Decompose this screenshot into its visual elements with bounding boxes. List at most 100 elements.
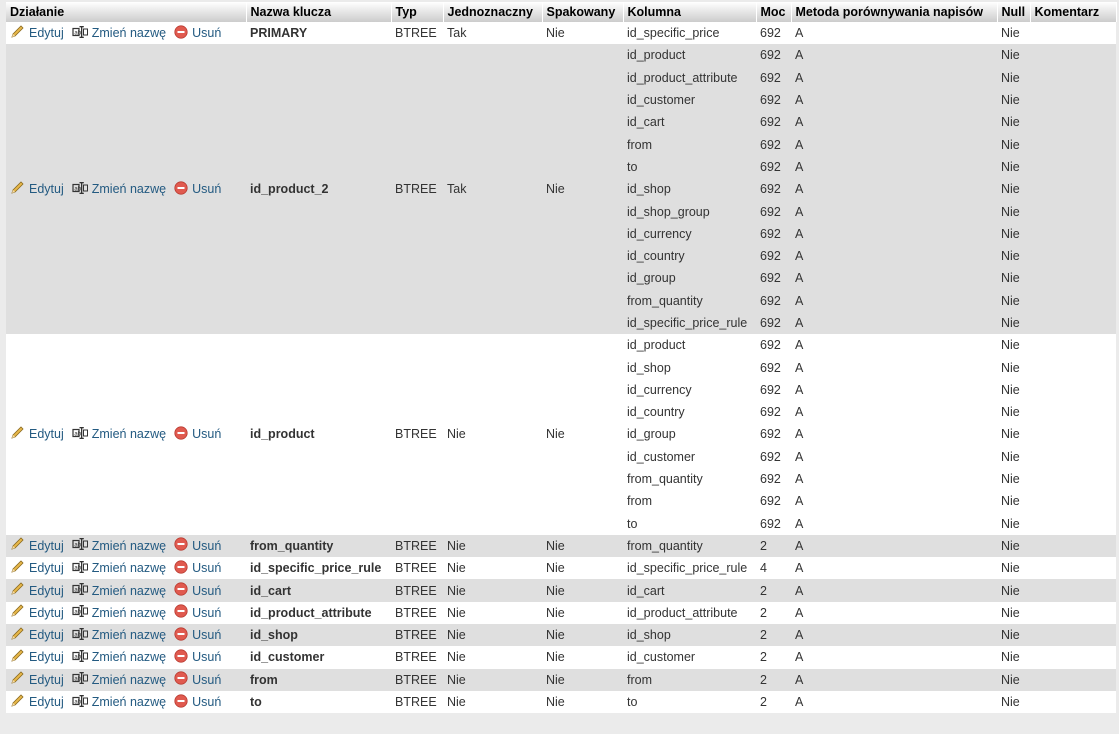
collation: A xyxy=(791,267,997,290)
null-value: Nie xyxy=(997,512,1030,535)
collation: A xyxy=(791,222,997,245)
rename-button-label: Zmień nazwę xyxy=(91,583,167,598)
header-comment[interactable]: Komentarz xyxy=(1030,2,1117,22)
rename-button[interactable]: ab Zmień nazwę xyxy=(72,649,166,666)
rename-button[interactable]: ab Zmień nazwę xyxy=(72,694,166,711)
cardinality: 692 xyxy=(756,467,791,491)
null-value: Nie xyxy=(997,111,1030,134)
key-unique: Nie xyxy=(443,557,542,580)
edit-button[interactable]: Edytuj xyxy=(10,560,64,577)
drop-button-label: Usuń xyxy=(192,583,222,598)
column-name: id_specific_price_rule xyxy=(623,557,756,580)
collation: A xyxy=(791,534,997,558)
rename-icon: ab xyxy=(72,426,92,443)
header-cardinality[interactable]: Moc xyxy=(756,2,792,22)
drop-button[interactable]: Usuń xyxy=(174,560,221,577)
drop-button[interactable]: Usuń xyxy=(174,426,221,443)
delete-icon xyxy=(174,426,192,443)
drop-button[interactable]: Usuń xyxy=(174,604,221,621)
cardinality: 2 xyxy=(756,646,791,669)
null-value: Nie xyxy=(997,423,1030,446)
edit-button[interactable]: Edytuj xyxy=(10,604,64,621)
drop-button[interactable]: Usuń xyxy=(174,627,221,644)
drop-button-label: Usuń xyxy=(192,561,222,576)
rename-button[interactable]: ab Zmień nazwę xyxy=(72,560,166,577)
key-unique: Nie xyxy=(443,668,542,691)
rename-button[interactable]: ab Zmień nazwę xyxy=(72,604,166,621)
edit-button[interactable]: Edytuj xyxy=(10,582,64,599)
edit-button[interactable]: Edytuj xyxy=(10,537,64,554)
edit-button-label: Edytuj xyxy=(29,695,64,710)
comment-cell xyxy=(1030,579,1116,602)
key-unique: Nie xyxy=(443,646,542,669)
column-name: id_product xyxy=(623,44,756,67)
collation: A xyxy=(791,334,997,357)
drop-button[interactable]: Usuń xyxy=(174,671,221,688)
rename-button[interactable]: ab Zmień nazwę xyxy=(72,537,166,554)
collation: A xyxy=(791,244,997,268)
null-value: Nie xyxy=(997,490,1030,513)
edit-button[interactable]: Edytuj xyxy=(10,671,64,688)
rename-button[interactable]: ab Zmień nazwę xyxy=(72,426,166,443)
key-packed: Nie xyxy=(542,557,623,580)
header-type[interactable]: Typ xyxy=(391,2,444,22)
edit-button[interactable]: Edytuj xyxy=(10,649,64,666)
svg-text:ab: ab xyxy=(74,699,81,705)
key-name: from_quantity xyxy=(246,534,391,558)
key-name: id_product xyxy=(246,334,391,535)
drop-button[interactable]: Usuń xyxy=(174,25,221,42)
delete-icon xyxy=(174,25,192,42)
rename-button[interactable]: ab Zmień nazwę xyxy=(72,181,166,198)
key-type: BTREE xyxy=(391,557,443,580)
header-collation[interactable]: Metoda porównywania napisów xyxy=(791,2,998,22)
edit-button-label: Edytuj xyxy=(29,561,64,576)
header-packed[interactable]: Spakowany xyxy=(542,2,624,22)
header-keyname[interactable]: Nazwa klucza xyxy=(246,2,392,22)
rename-button[interactable]: ab Zmień nazwę xyxy=(72,671,166,688)
collation: A xyxy=(791,557,997,580)
collation: A xyxy=(791,445,997,468)
column-name: id_cart xyxy=(623,579,756,602)
rename-button[interactable]: ab Zmień nazwę xyxy=(72,25,166,42)
rename-button-label: Zmień nazwę xyxy=(91,538,167,553)
edit-button[interactable]: Edytuj xyxy=(10,693,64,711)
edit-button-label: Edytuj xyxy=(29,26,64,41)
edit-button[interactable]: Edytuj xyxy=(10,25,64,42)
table-row: Edytuj ab Zmień nazwę Usuń id_shop BTREE Nie Ni… xyxy=(6,624,1116,647)
rename-button-label: Zmień nazwę xyxy=(91,605,167,620)
key-packed: Nie xyxy=(542,624,623,647)
collation: A xyxy=(791,44,997,67)
key-name: id_customer xyxy=(246,646,391,669)
drop-button[interactable]: Usuń xyxy=(174,582,221,599)
drop-button[interactable]: Usuń xyxy=(174,181,221,198)
delete-icon xyxy=(174,671,192,688)
collation: A xyxy=(791,311,997,335)
delete-icon xyxy=(174,627,192,644)
cardinality: 692 xyxy=(756,155,791,179)
drop-button-label: Usuń xyxy=(192,628,222,643)
rename-icon: ab xyxy=(72,582,92,599)
header-null[interactable]: Null xyxy=(997,2,1031,22)
pencil-icon xyxy=(10,627,29,644)
pencil-icon xyxy=(10,649,29,666)
null-value: Nie xyxy=(997,267,1030,290)
column-name: id_group xyxy=(623,423,756,446)
cardinality: 692 xyxy=(756,222,791,245)
cardinality: 692 xyxy=(756,88,791,112)
rename-button-label: Zmień nazwę xyxy=(91,561,167,576)
drop-button[interactable]: Usuń xyxy=(174,649,221,666)
cardinality: 692 xyxy=(756,334,791,357)
drop-button[interactable]: Usuń xyxy=(174,537,221,554)
header-unique[interactable]: Jednoznaczny xyxy=(443,2,543,22)
edit-button-label: Edytuj xyxy=(29,605,64,620)
header-column[interactable]: Kolumna xyxy=(623,2,757,22)
drop-button[interactable]: Usuń xyxy=(174,693,221,711)
edit-button[interactable]: Edytuj xyxy=(10,627,64,644)
rename-button[interactable]: ab Zmień nazwę xyxy=(72,582,166,599)
edit-button[interactable]: Edytuj xyxy=(10,426,64,443)
edit-button[interactable]: Edytuj xyxy=(10,181,64,198)
header-action[interactable]: Działanie xyxy=(6,2,247,22)
cardinality: 692 xyxy=(756,244,791,268)
rename-button[interactable]: ab Zmień nazwę xyxy=(72,627,166,644)
key-unique: Nie xyxy=(443,624,542,647)
